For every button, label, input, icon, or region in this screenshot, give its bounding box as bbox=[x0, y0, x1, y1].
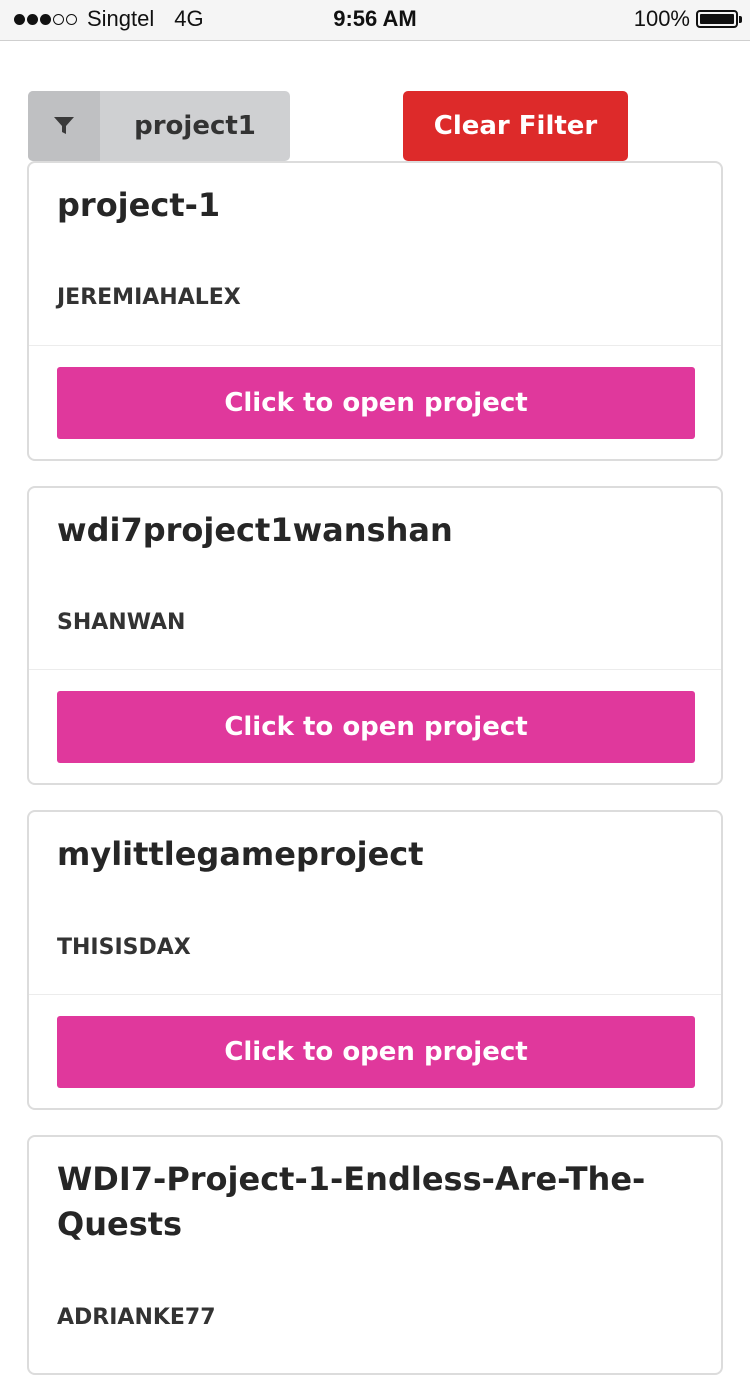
project-author: THISISDAX bbox=[57, 935, 191, 960]
status-bar: Singtel 4G 9:56 AM 100% bbox=[0, 0, 750, 41]
clear-filter-button[interactable]: Clear Filter bbox=[403, 91, 628, 161]
project-card: WDI7-Project-1-Endless-Are-The-Quests AD… bbox=[27, 1135, 723, 1375]
card-divider bbox=[29, 669, 721, 670]
open-project-button[interactable]: Click to open project bbox=[57, 1016, 695, 1088]
filter-label: project1 bbox=[134, 111, 256, 141]
status-right: 100% bbox=[633, 6, 742, 32]
project-card: wdi7project1wanshan SHANWAN Click to ope… bbox=[27, 486, 723, 785]
active-filter-chip[interactable]: project1 bbox=[28, 91, 290, 161]
battery-percent: 100% bbox=[633, 6, 690, 31]
project-title: WDI7-Project-1-Endless-Are-The-Quests bbox=[57, 1160, 646, 1243]
battery-icon bbox=[696, 10, 742, 28]
project-title: wdi7project1wanshan bbox=[57, 511, 453, 549]
open-project-button[interactable]: Click to open project bbox=[57, 367, 695, 439]
project-author: ADRIANKE77 bbox=[57, 1305, 216, 1330]
card-divider bbox=[29, 994, 721, 995]
project-author: JEREMIAHALEX bbox=[57, 285, 241, 310]
project-author: SHANWAN bbox=[57, 610, 186, 635]
project-title: mylittlegameproject bbox=[57, 835, 424, 873]
card-divider bbox=[29, 345, 721, 346]
project-card: mylittlegameproject THISISDAX Click to o… bbox=[27, 810, 723, 1110]
open-project-button[interactable]: Click to open project bbox=[57, 691, 695, 763]
project-card: project-1 JEREMIAHALEX Click to open pro… bbox=[27, 161, 723, 461]
project-title: project-1 bbox=[57, 186, 221, 224]
filter-icon[interactable] bbox=[28, 91, 100, 161]
